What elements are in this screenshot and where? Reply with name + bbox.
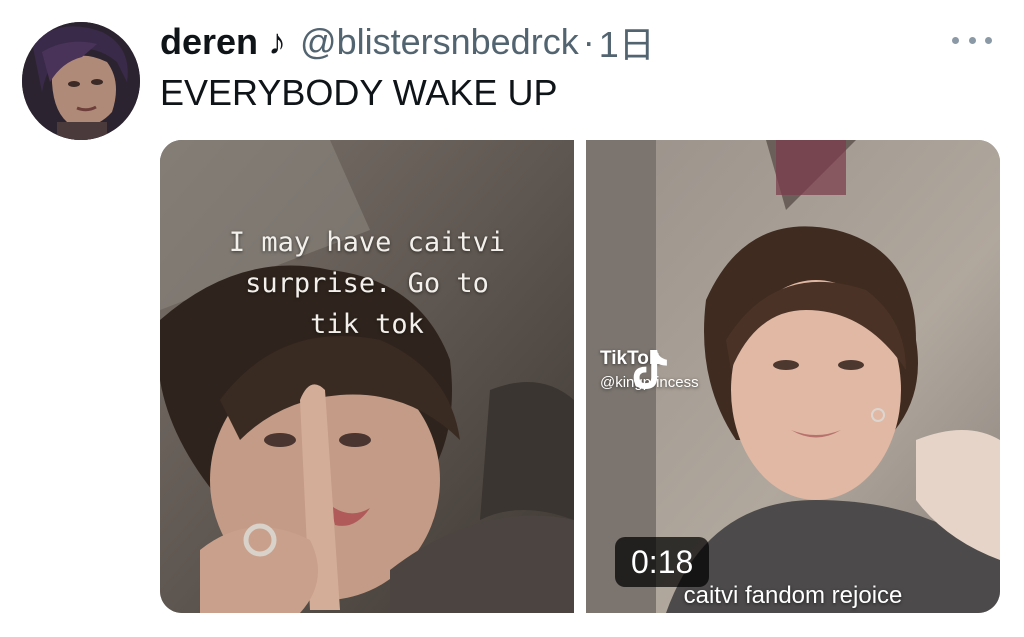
tweet-timestamp[interactable]: 1日: [599, 16, 655, 68]
display-name[interactable]: deren ♪: [160, 21, 286, 63]
user-avatar[interactable]: [22, 22, 140, 140]
tweet-header: deren ♪ @blistersnbedrck · 1日: [160, 18, 655, 66]
video-caption: caitvi fandom rejoice: [683, 582, 903, 609]
avatar-illustration: [22, 22, 140, 140]
more-horizontal-icon[interactable]: [952, 30, 992, 50]
tweet-media-grid: I may have caitvi surprise. Go to tik to…: [160, 140, 1000, 613]
more-dot: [968, 36, 976, 44]
tiktok-note-icon: [633, 349, 667, 390]
overlay-line: tik tok: [310, 309, 424, 340]
more-dot: [985, 36, 992, 44]
tweet-text: EVERYBODY WAKE UP: [160, 72, 558, 113]
video-duration-badge: 0:18: [615, 537, 710, 587]
photo-overlay-text: I may have caitvi surprise. Go to tik to…: [160, 222, 574, 345]
photo-illustration: [160, 140, 574, 613]
separator-dot: ·: [582, 21, 595, 62]
overlay-line: surprise. Go to: [245, 268, 489, 299]
media-photo-left[interactable]: I may have caitvi surprise. Go to tik to…: [160, 140, 574, 613]
more-dot: [952, 36, 959, 44]
overlay-line: I may have caitvi: [228, 227, 506, 258]
tiktok-watermark: TikTok @kingprincess: [600, 348, 699, 391]
user-handle[interactable]: @blistersnbedrck: [300, 21, 579, 63]
media-video-right[interactable]: TikTok @kingprincess 0:18 caitvi fandom …: [586, 140, 1000, 613]
